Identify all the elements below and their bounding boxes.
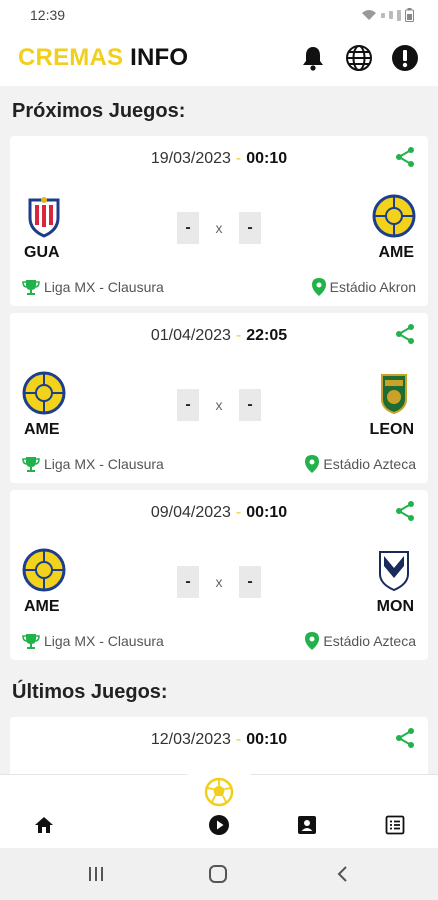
- share-icon[interactable]: [394, 727, 416, 749]
- match-date: 09/04/2023: [150, 504, 231, 521]
- date-separator: -: [235, 327, 242, 344]
- status-bar: 12:39: [0, 0, 438, 30]
- match-time: 00:10: [246, 504, 288, 521]
- globe-icon[interactable]: [344, 43, 374, 73]
- app-title-part1: CREMAS: [18, 44, 124, 71]
- match-datetime: 19/03/2023-00:10: [10, 150, 428, 168]
- match-card[interactable]: 19/03/2023-00:10 GUA AME - x - Liga MX -…: [10, 136, 428, 306]
- venue-label: Estádio Azteca: [323, 456, 416, 472]
- location-pin-icon: [305, 632, 320, 650]
- location-pin-icon: [311, 278, 326, 296]
- venue-label: Estádio Akron: [329, 279, 416, 295]
- recent-apps-icon[interactable]: [84, 862, 108, 886]
- info-icon[interactable]: [390, 43, 420, 73]
- app-title: CREMAS INFO: [18, 44, 188, 72]
- match-date: 19/03/2023: [150, 150, 231, 167]
- match-datetime: 01/04/2023-22:05: [10, 327, 428, 345]
- away-score: -: [239, 566, 261, 598]
- match-league: Liga MX - Clausura: [22, 278, 164, 296]
- home-score: -: [177, 566, 199, 598]
- trophy-icon: [22, 634, 40, 649]
- score-row: - x -: [10, 566, 428, 598]
- versus-label: x: [215, 574, 223, 590]
- league-label: Liga MX - Clausura: [44, 279, 164, 295]
- match-time: 22:05: [246, 327, 288, 344]
- match-date: 12/03/2023: [150, 731, 231, 748]
- score-row: - x -: [10, 389, 428, 421]
- share-icon[interactable]: [394, 146, 416, 168]
- profile-card-icon[interactable]: [295, 813, 319, 837]
- away-team-name: MON: [376, 598, 414, 615]
- match-venue: Estádio Azteca: [305, 632, 416, 650]
- trophy-icon: [22, 280, 40, 295]
- score-row: - x -: [10, 212, 428, 244]
- system-home-icon[interactable]: [206, 862, 230, 886]
- wifi-icon: [362, 10, 376, 20]
- match-card[interactable]: 09/04/2023-00:10 AME MON - x - Liga MX -…: [10, 490, 428, 660]
- match-time: 00:10: [246, 150, 288, 167]
- versus-label: x: [215, 220, 223, 236]
- away-team-name: AME: [378, 244, 414, 261]
- date-separator: -: [235, 731, 242, 748]
- match-venue: Estádio Azteca: [305, 455, 416, 473]
- main-content[interactable]: Próximos Juegos: 19/03/2023-00:10 GUA AM…: [0, 86, 438, 774]
- home-icon[interactable]: [32, 813, 56, 837]
- back-icon[interactable]: [330, 862, 354, 886]
- away-score: -: [239, 212, 261, 244]
- trophy-icon: [22, 457, 40, 472]
- signal-bar-icon: [389, 11, 393, 19]
- home-team-name: GUA: [24, 244, 60, 261]
- date-separator: -: [235, 150, 242, 167]
- soccer-ball-icon: [204, 777, 234, 807]
- match-card[interactable]: 01/04/2023-22:05 AME LEON - x - Liga MX …: [10, 313, 428, 483]
- list-icon[interactable]: [383, 813, 407, 837]
- match-league: Liga MX - Clausura: [22, 632, 164, 650]
- signal-bar-icon: [381, 12, 385, 18]
- versus-label: x: [215, 397, 223, 413]
- away-score: -: [239, 389, 261, 421]
- status-time: 12:39: [30, 7, 66, 23]
- share-icon[interactable]: [394, 500, 416, 522]
- match-venue: Estádio Akron: [311, 278, 416, 296]
- home-score: -: [177, 212, 199, 244]
- away-team-name: LEON: [369, 421, 414, 438]
- home-team-name: AME: [24, 598, 60, 615]
- app-header: CREMAS INFO: [0, 30, 438, 86]
- battery-icon: [405, 8, 414, 22]
- location-pin-icon: [305, 455, 320, 473]
- bell-icon[interactable]: [298, 43, 328, 73]
- match-league: Liga MX - Clausura: [22, 455, 164, 473]
- system-navigation-bar: [0, 848, 438, 900]
- share-icon[interactable]: [394, 323, 416, 345]
- match-datetime: 12/03/2023-00:10: [10, 731, 428, 749]
- league-label: Liga MX - Clausura: [44, 456, 164, 472]
- match-date: 01/04/2023: [150, 327, 231, 344]
- league-label: Liga MX - Clausura: [44, 633, 164, 649]
- section-title-upcoming: Próximos Juegos:: [12, 99, 186, 122]
- status-icons: [361, 8, 414, 22]
- bottom-navigation: [0, 761, 438, 848]
- signal-bar-icon: [397, 9, 401, 21]
- match-datetime: 09/04/2023-00:10: [10, 504, 428, 522]
- match-time: 00:10: [246, 731, 288, 748]
- venue-label: Estádio Azteca: [323, 633, 416, 649]
- home-team-name: AME: [24, 421, 60, 438]
- app-title-part2: INFO: [130, 44, 189, 71]
- section-title-past: Últimos Juegos:: [12, 680, 168, 703]
- home-score: -: [177, 389, 199, 421]
- date-separator: -: [235, 504, 242, 521]
- play-icon[interactable]: [207, 813, 231, 837]
